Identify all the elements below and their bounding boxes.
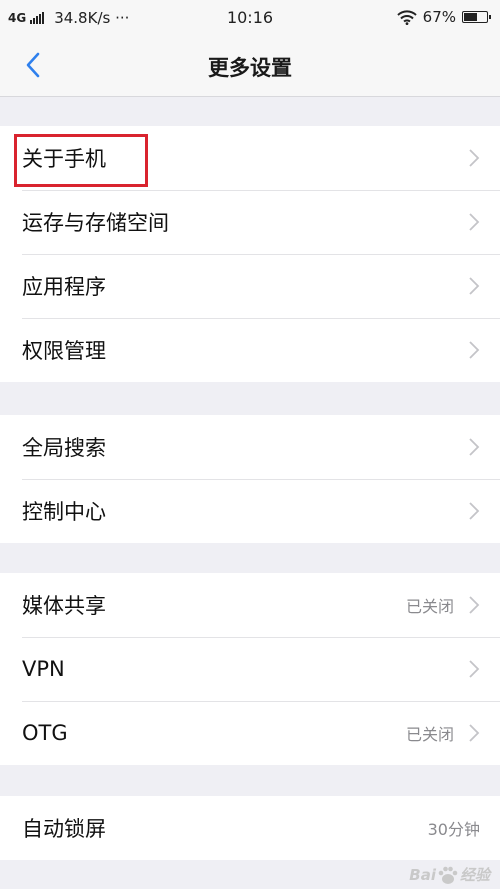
row-label: 权限管理	[22, 339, 106, 363]
row-permissions[interactable]: 权限管理	[0, 318, 500, 382]
battery-percent: 67%	[422, 8, 456, 26]
row-label: 运存与存储空间	[22, 211, 169, 235]
row-value: 已关闭	[405, 725, 454, 744]
chevron-right-icon	[469, 149, 480, 167]
watermark-text-right: 经验	[459, 866, 490, 884]
settings-group-connectivity: 媒体共享 已关闭 VPN OTG 已关闭	[0, 573, 500, 765]
row-value: 已关闭	[405, 597, 454, 616]
row-auto-lock[interactable]: 自动锁屏 30分钟	[0, 796, 500, 860]
chevron-right-icon	[469, 596, 480, 614]
row-value: 30分钟	[427, 820, 480, 839]
settings-group-lock: 自动锁屏 30分钟	[0, 796, 500, 860]
page-title: 更多设置	[208, 56, 292, 80]
row-applications[interactable]: 应用程序	[0, 254, 500, 318]
settings-group-search: 全局搜索 控制中心	[0, 415, 500, 543]
row-global-search[interactable]: 全局搜索	[0, 415, 500, 479]
row-label: 全局搜索	[22, 436, 106, 460]
chevron-right-icon	[469, 277, 480, 295]
chevron-right-icon	[469, 724, 480, 742]
chevron-right-icon	[469, 438, 480, 456]
row-label: 媒体共享	[22, 594, 106, 618]
battery-fill	[464, 13, 478, 21]
status-bar: 4G 34.8K/s ··· 10:16 67%	[0, 0, 500, 34]
chevron-right-icon	[469, 341, 480, 359]
row-otg[interactable]: OTG 已关闭	[0, 701, 500, 765]
paw-icon	[438, 866, 458, 884]
row-label: VPN	[22, 657, 65, 681]
wifi-icon	[396, 9, 417, 25]
settings-group-device: 关于手机 运存与存储空间 应用程序 权限管理	[0, 126, 500, 382]
row-label: 应用程序	[22, 275, 106, 299]
baidu-watermark: Bai 经验	[409, 864, 490, 885]
chevron-right-icon	[469, 502, 480, 520]
row-media-sharing[interactable]: 媒体共享 已关闭	[0, 573, 500, 637]
status-right: 67%	[396, 8, 491, 26]
nav-bar: 更多设置	[0, 34, 500, 97]
battery-icon	[462, 11, 491, 23]
row-label: 自动锁屏	[22, 817, 106, 841]
row-about-phone[interactable]: 关于手机	[0, 126, 500, 190]
chevron-right-icon	[469, 213, 480, 231]
row-vpn[interactable]: VPN	[0, 637, 500, 701]
watermark-text-left: Bai	[409, 865, 436, 884]
chevron-right-icon	[469, 660, 480, 678]
row-label: 控制中心	[22, 500, 106, 524]
highlight-box	[14, 134, 148, 187]
row-memory-storage[interactable]: 运存与存储空间	[0, 190, 500, 254]
row-control-center[interactable]: 控制中心	[0, 479, 500, 543]
row-label: OTG	[22, 721, 68, 745]
